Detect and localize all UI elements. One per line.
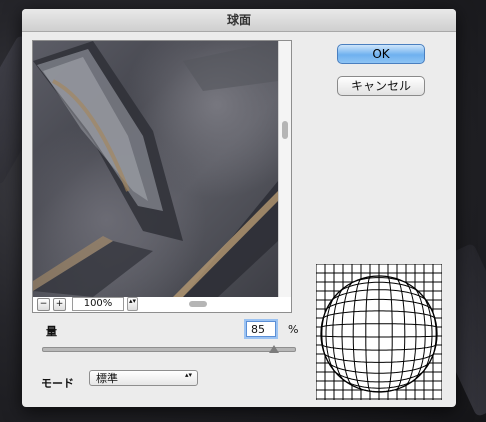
preview-image[interactable] bbox=[33, 41, 278, 297]
zoom-level: 100% bbox=[72, 297, 124, 311]
zoom-stepper[interactable]: ▴▾ bbox=[127, 297, 138, 311]
ok-button[interactable]: OK bbox=[337, 44, 425, 64]
amount-slider[interactable] bbox=[42, 347, 296, 352]
grid-vertical-line bbox=[321, 264, 326, 400]
amount-unit: % bbox=[288, 323, 299, 336]
preview-pane[interactable]: − + 100% ▴▾ bbox=[32, 40, 292, 313]
dialog-title: 球面 bbox=[22, 9, 456, 32]
zoom-controls: − + 100% ▴▾ bbox=[37, 297, 138, 311]
spherize-dialog: 球面 − + 100% ▴▾ OK キャンセル 量 85 % モード 標準 ▴▾ bbox=[22, 9, 456, 407]
spherize-grid-preview bbox=[315, 263, 443, 400]
preview-texture bbox=[33, 41, 278, 297]
grid-vertical-line bbox=[387, 264, 393, 400]
mode-selected-value: 標準 bbox=[96, 372, 118, 385]
zoom-in-button[interactable]: + bbox=[53, 297, 66, 311]
horizontal-scroll-thumb[interactable] bbox=[189, 301, 207, 307]
amount-input[interactable]: 85 bbox=[246, 321, 276, 337]
vertical-scroll-thumb[interactable] bbox=[282, 121, 288, 139]
updown-arrow-icon: ▴▾ bbox=[184, 371, 192, 379]
mode-label: モード bbox=[41, 377, 74, 390]
zoom-out-button[interactable]: − bbox=[37, 297, 50, 311]
amount-slider-thumb[interactable] bbox=[268, 345, 279, 353]
cancel-button[interactable]: キャンセル bbox=[337, 76, 425, 96]
spherize-grid-drawing bbox=[315, 263, 443, 400]
grid-vertical-line bbox=[365, 264, 371, 400]
preview-vertical-scrollbar[interactable] bbox=[278, 41, 291, 297]
amount-label: 量 bbox=[46, 325, 57, 338]
preview-horizontal-scrollbar[interactable] bbox=[143, 298, 278, 310]
mode-select[interactable]: 標準 ▴▾ bbox=[89, 370, 198, 386]
grid-vertical-line bbox=[432, 264, 437, 400]
